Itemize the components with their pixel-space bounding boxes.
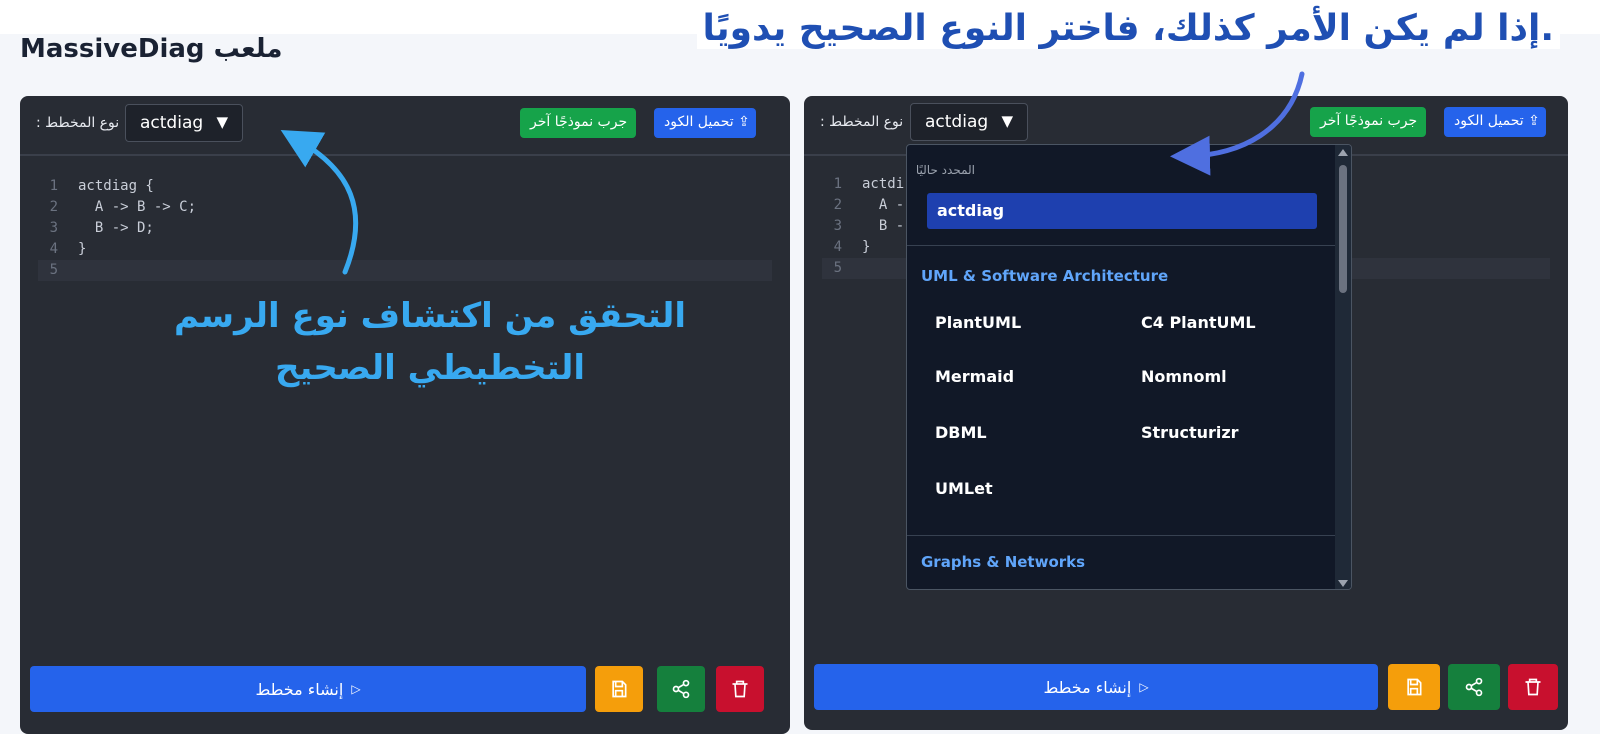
dropdown-group-uml: UML & Software Architecture	[921, 267, 1169, 285]
dropdown-option[interactable]: Mermaid	[935, 367, 1014, 386]
dropdown-option[interactable]: Structurizr	[1141, 423, 1239, 442]
code-text[interactable]: actdi	[862, 174, 904, 195]
diagram-type-value: actdiag	[140, 113, 204, 133]
generate-diagram-button[interactable]: إنشاء مخطط ▷	[814, 664, 1378, 710]
dropdown-option[interactable]: Nomnoml	[1141, 367, 1227, 386]
trash-icon	[732, 680, 748, 698]
line-number: 4	[49, 241, 58, 257]
current-selection-label: المحدد حاليًا	[915, 163, 975, 177]
editor-panel-left: : نوع المخطط actdiag ▼ جرب نموذجًا آخر ت…	[20, 96, 790, 734]
scroll-down-icon[interactable]	[1338, 580, 1348, 587]
code-text[interactable]: B -	[862, 216, 904, 237]
code-line[interactable]: 3 B -> D;	[38, 218, 772, 239]
save-icon	[612, 680, 627, 698]
try-sample-button[interactable]: جرب نموذجًا آخر	[1310, 107, 1426, 137]
dropdown-group-graphs: Graphs & Networks	[921, 553, 1086, 571]
annotation-detect-line2: التخطيطي الصحيح	[275, 348, 585, 388]
diagram-type-value: actdiag	[925, 112, 989, 132]
bottom-actions: إنشاء مخطط ▷	[814, 664, 1558, 710]
share-button[interactable]	[657, 666, 705, 712]
delete-button[interactable]	[716, 666, 764, 712]
code-line[interactable]: 2 A -> B -> C;	[38, 197, 772, 218]
diagram-type-label: : نوع المخطط	[36, 115, 120, 131]
line-number: 5	[49, 262, 58, 278]
trash-icon	[1525, 678, 1541, 696]
share-icon	[672, 679, 690, 699]
dropdown-divider	[907, 245, 1337, 246]
scroll-up-icon[interactable]	[1338, 149, 1348, 156]
code-text[interactable]: actdiag {	[78, 176, 154, 197]
line-number: 4	[833, 239, 842, 255]
annotation-headline: .إذا لم يكن الأمر كذلك، فاختر النوع الصح…	[696, 8, 1560, 49]
line-number: 2	[833, 197, 842, 213]
diagram-type-label: : نوع المخطط	[820, 114, 904, 130]
annotation-detect-text: التحقق من اكتشاف نوع الرسم التخطيطي الصح…	[160, 290, 700, 394]
page: MassiveDiag ملعب .إذا لم يكن الأمر كذلك،…	[0, 0, 1600, 750]
play-icon: ▷	[1139, 680, 1149, 694]
dropdown-divider	[907, 535, 1337, 536]
upload-code-button[interactable]: تحميل الكود ⇪	[654, 108, 756, 138]
dropdown-option[interactable]: C4 PlantUML	[1141, 313, 1256, 332]
code-line[interactable]: 4}	[38, 239, 772, 260]
diagram-type-select[interactable]: actdiag ▼	[125, 104, 243, 142]
code-text[interactable]: }	[78, 239, 86, 260]
line-number: 3	[833, 218, 842, 234]
code-line[interactable]: 1 actdiag {	[38, 176, 772, 197]
delete-button[interactable]	[1508, 664, 1558, 710]
play-icon: ▷	[351, 682, 361, 696]
caret-down-icon: ▼	[216, 113, 228, 131]
diagram-type-dropdown[interactable]: المحدد حاليًا actdiag UML & Software Arc…	[906, 144, 1352, 590]
line-number: 5	[833, 260, 842, 276]
generate-label: إنشاء مخطط	[255, 679, 344, 699]
line-number: 1	[49, 178, 58, 194]
generate-diagram-button[interactable]: إنشاء مخطط ▷	[30, 666, 586, 712]
line-number: 3	[49, 220, 58, 236]
caret-down-icon: ▼	[1001, 112, 1013, 130]
dropdown-option[interactable]: PlantUML	[935, 313, 1021, 332]
app-title: MassiveDiag ملعب	[20, 34, 283, 64]
share-icon	[1465, 677, 1483, 697]
diagram-type-select[interactable]: actdiag ▼	[910, 103, 1028, 141]
dropdown-option[interactable]: UMLet	[935, 479, 993, 498]
code-text[interactable]: A -	[862, 195, 904, 216]
bottom-actions: إنشاء مخطط ▷	[30, 666, 780, 712]
line-number: 2	[49, 199, 58, 215]
share-button[interactable]	[1448, 664, 1500, 710]
code-text[interactable]: A -> B -> C;	[78, 197, 196, 218]
annotation-detect-line1: التحقق من اكتشاف نوع الرسم	[173, 296, 687, 336]
generate-label: إنشاء مخطط	[1043, 677, 1132, 697]
code-editor[interactable]: 1 actdiag {2 A -> B -> C; 3 B -> D; 4} 5	[38, 176, 772, 281]
scroll-thumb[interactable]	[1339, 165, 1347, 293]
dropdown-option-selected[interactable]: actdiag	[927, 193, 1317, 229]
line-number: 1	[833, 176, 842, 192]
code-line[interactable]: 5	[38, 260, 772, 281]
save-button[interactable]	[1388, 664, 1440, 710]
toolbar: : نوع المخطط actdiag ▼ جرب نموذجًا آخر ت…	[20, 96, 790, 156]
save-icon	[1407, 678, 1422, 696]
dropdown-scrollbar[interactable]	[1335, 145, 1351, 589]
code-text[interactable]: }	[862, 237, 870, 258]
dropdown-option[interactable]: DBML	[935, 423, 987, 442]
save-button[interactable]	[595, 666, 643, 712]
code-text[interactable]: B -> D;	[78, 218, 154, 239]
try-sample-button[interactable]: جرب نموذجًا آخر	[520, 108, 636, 138]
upload-code-button[interactable]: تحميل الكود ⇪	[1444, 107, 1546, 137]
